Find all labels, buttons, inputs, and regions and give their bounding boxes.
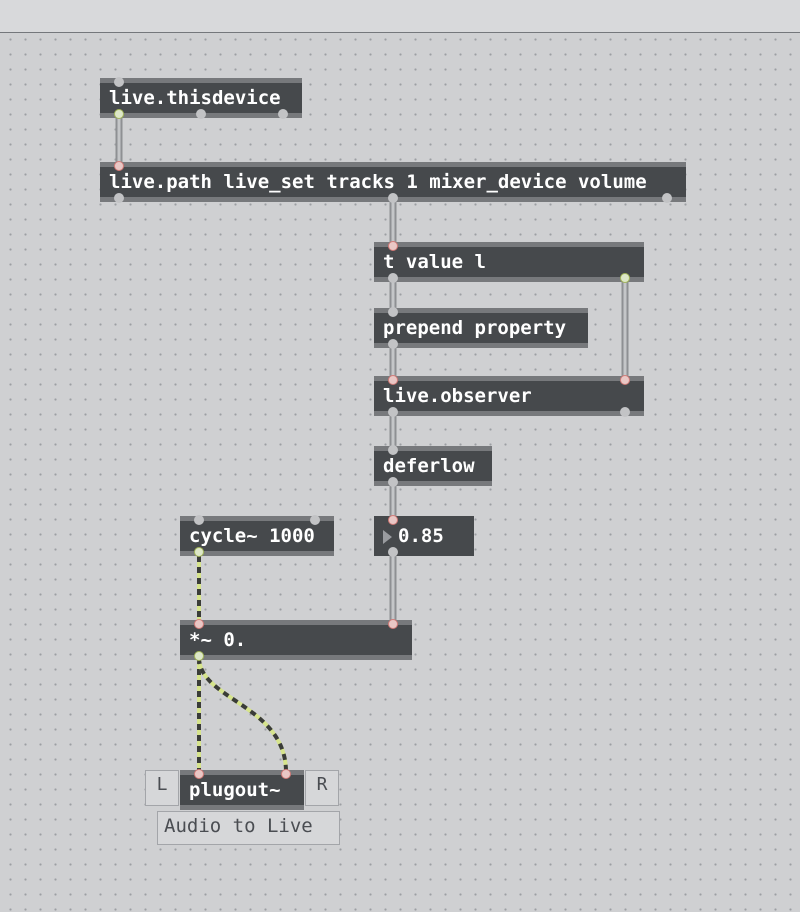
outlet-port[interactable] — [388, 193, 398, 203]
inlet-port[interactable] — [194, 619, 204, 629]
outlet-port[interactable] — [620, 407, 630, 417]
signal-cord-multiply-to-plugout-right — [197, 657, 288, 772]
outlet-port[interactable] — [194, 651, 204, 661]
audio-to-live-text: Audio to Live — [164, 815, 313, 837]
trigger-object[interactable]: t value l — [374, 241, 644, 283]
cycle-oscillator-label: cycle~ 1000 — [189, 525, 315, 547]
outlet-port[interactable] — [196, 109, 206, 119]
live-thisdevice-label: live.thisdevice — [109, 87, 281, 109]
inlet-port[interactable] — [388, 307, 398, 317]
outlet-port[interactable] — [388, 339, 398, 349]
inlet-port[interactable] — [281, 769, 291, 779]
plugout-label: plugout~ — [189, 779, 281, 801]
outlet-port[interactable] — [278, 109, 288, 119]
inlet-port[interactable] — [310, 515, 320, 525]
deferlow-object[interactable]: deferlow — [374, 445, 492, 487]
trigger-label: t value l — [383, 251, 486, 273]
audio-to-live-comment: Audio to Live — [157, 811, 340, 845]
outlet-port[interactable] — [114, 193, 124, 203]
inlet-port[interactable] — [388, 445, 398, 455]
outlet-port[interactable] — [114, 109, 124, 119]
prepend-property-object[interactable]: prepend property — [374, 307, 588, 349]
live-path-label: live.path live_set tracks 1 mixer_device… — [109, 171, 647, 193]
right-channel-box: R — [305, 770, 339, 806]
signal-multiply-object[interactable]: *~ 0. — [180, 619, 412, 661]
left-channel-label: L — [156, 774, 168, 795]
inlet-port[interactable] — [114, 77, 124, 87]
live-observer-label: live.observer — [383, 385, 532, 407]
inlet-port[interactable] — [194, 769, 204, 779]
outlet-port[interactable] — [388, 547, 398, 557]
inlet-port[interactable] — [194, 515, 204, 525]
outlet-port[interactable] — [388, 477, 398, 487]
number-box-value: 0.85 — [398, 525, 444, 547]
signal-multiply-label: *~ 0. — [189, 629, 247, 651]
outlet-port[interactable] — [388, 273, 398, 283]
inlet-port[interactable] — [388, 241, 398, 251]
outlet-port[interactable] — [662, 193, 672, 203]
prepend-property-label: prepend property — [383, 317, 567, 339]
live-thisdevice-object[interactable]: live.thisdevice — [100, 77, 302, 119]
inlet-port[interactable] — [388, 619, 398, 629]
outlet-port[interactable] — [194, 547, 204, 557]
inlet-port[interactable] — [388, 375, 398, 385]
live-observer-object[interactable]: live.observer — [374, 375, 644, 417]
cycle-oscillator-object[interactable]: cycle~ 1000 — [180, 515, 334, 557]
inlet-port[interactable] — [388, 515, 398, 525]
outlet-port[interactable] — [620, 273, 630, 283]
left-channel-box: L — [145, 770, 179, 806]
live-path-object[interactable]: live.path live_set tracks 1 mixer_device… — [100, 161, 686, 203]
number-box[interactable]: 0.85 — [374, 515, 474, 557]
number-triangle-icon — [383, 530, 392, 544]
plugout-object[interactable]: plugout~ — [180, 769, 304, 810]
outlet-port[interactable] — [388, 407, 398, 417]
deferlow-label: deferlow — [383, 455, 475, 477]
editor-top-bar — [0, 0, 800, 33]
right-channel-label: R — [316, 774, 328, 795]
inlet-port[interactable] — [114, 161, 124, 171]
inlet-port[interactable] — [620, 375, 630, 385]
